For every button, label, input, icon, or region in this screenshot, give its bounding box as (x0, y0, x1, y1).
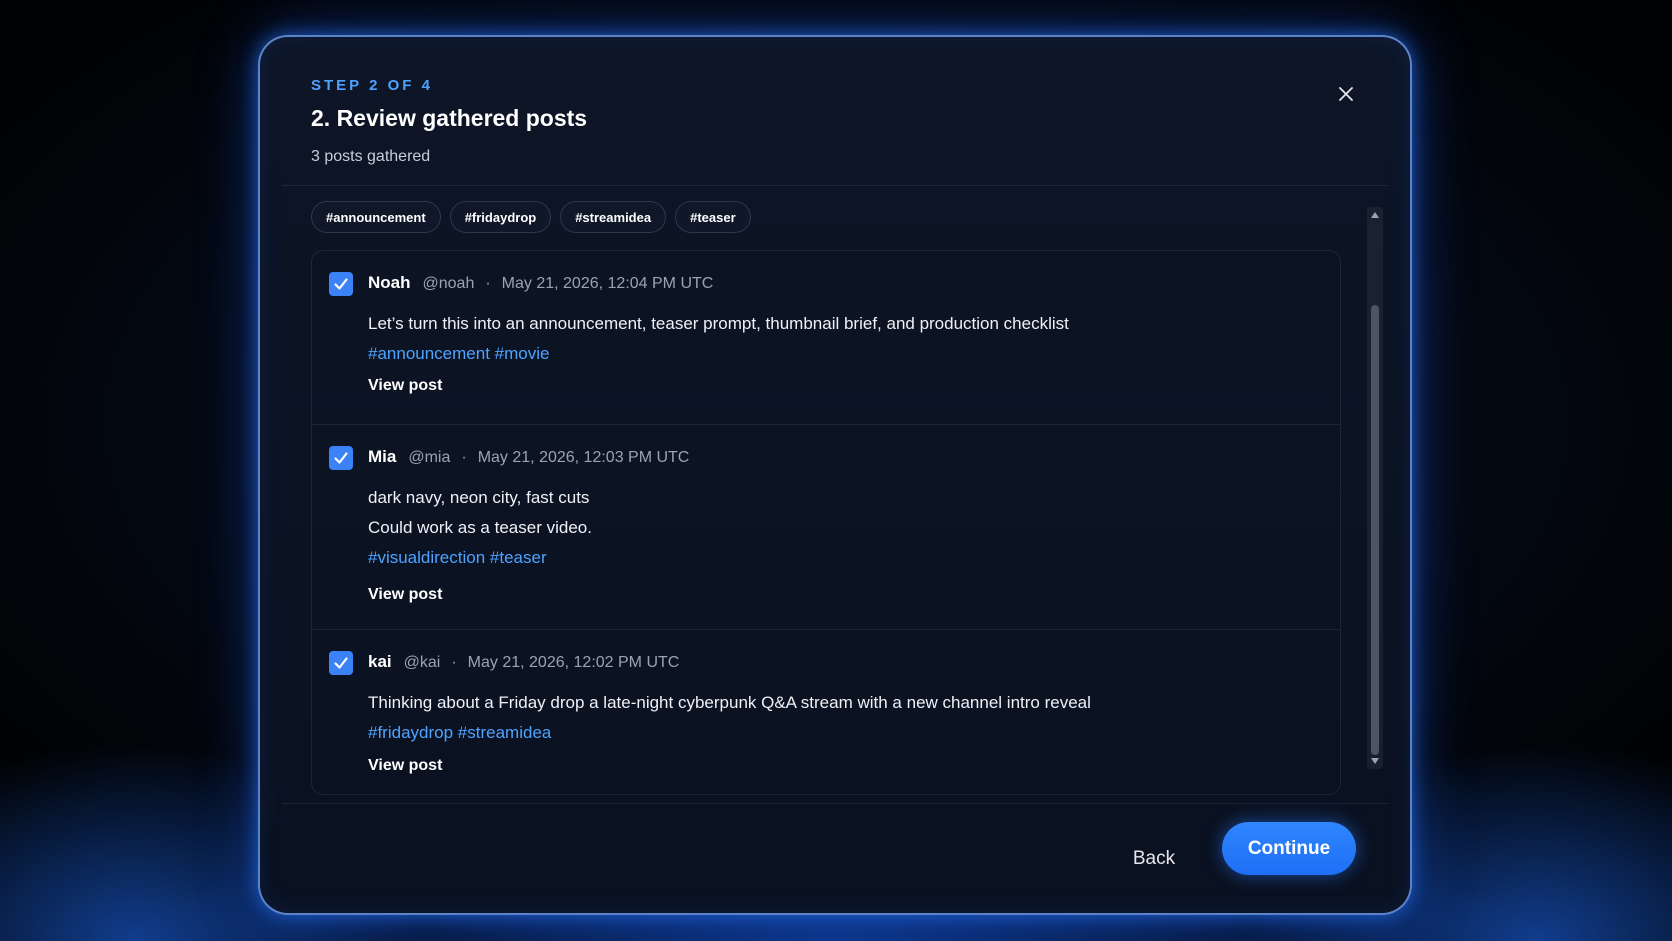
author-handle: @kai (403, 654, 441, 671)
post-timestamp: May 21, 2026, 12:03 PM UTC (477, 449, 690, 466)
step-indicator: STEP 2 OF 4 (311, 77, 433, 94)
close-icon (1339, 87, 1353, 101)
close-button[interactable] (1331, 79, 1361, 109)
post-body: Thinking about a Friday drop a late-nigh… (368, 688, 1091, 748)
review-posts-modal: STEP 2 OF 4 2. Review gathered posts 3 p… (258, 35, 1412, 915)
post-text-line: dark navy, neon city, fast cuts (368, 488, 590, 507)
modal-title: 2. Review gathered posts (311, 105, 588, 131)
post-header: Noah @noah · May 21, 2026, 12:04 PM UTC (368, 273, 713, 293)
hashtag-link[interactable]: #visualdirection (368, 548, 485, 567)
triangle-down-icon (1371, 758, 1379, 764)
hashtag-link[interactable]: #announcement (368, 344, 490, 363)
triangle-up-icon (1371, 212, 1379, 218)
post-header: Mia @mia · May 21, 2026, 12:03 PM UTC (368, 447, 689, 467)
posts-count: 3 posts gathered (311, 148, 431, 165)
post-checkbox[interactable] (329, 446, 353, 470)
header-divider (282, 185, 1388, 186)
tag-chip-streamidea[interactable]: #streamidea (560, 201, 667, 233)
post-text-line: Let’s turn this into an announcement, te… (368, 314, 1069, 333)
post-body: dark navy, neon city, fast cuts Could wo… (368, 483, 592, 573)
checkmark-icon (334, 452, 348, 464)
post-checkbox[interactable] (329, 272, 353, 296)
view-post-link[interactable]: View post (368, 377, 442, 395)
tag-chip-teaser[interactable]: #teaser (675, 201, 751, 233)
post-item: Noah @noah · May 21, 2026, 12:04 PM UTC … (312, 251, 1340, 425)
author-handle: @noah (422, 275, 475, 292)
scroll-up-button[interactable] (1367, 207, 1383, 223)
filter-tags: #announcement #fridaydrop #streamidea #t… (311, 201, 751, 233)
checkmark-icon (334, 657, 348, 669)
tag-chip-announcement[interactable]: #announcement (311, 201, 441, 233)
hashtag-link[interactable]: #fridaydrop (368, 723, 453, 742)
post-hashtags: #visualdirection #teaser (368, 543, 592, 573)
post-hashtags: #fridaydrop #streamidea (368, 718, 1091, 748)
back-button[interactable]: Back (1120, 837, 1188, 881)
scroll-down-button[interactable] (1367, 753, 1383, 769)
footer-divider (282, 803, 1388, 804)
separator: · (451, 654, 457, 671)
scroll-thumb[interactable] (1371, 305, 1379, 755)
post-text-line: Thinking about a Friday drop a late-nigh… (368, 693, 1091, 712)
post-list: Noah @noah · May 21, 2026, 12:04 PM UTC … (311, 250, 1341, 795)
continue-button[interactable]: Continue (1222, 822, 1356, 875)
author-name: Noah (368, 273, 411, 292)
separator: · (461, 449, 467, 466)
post-list-scrollbar[interactable] (1367, 207, 1383, 769)
post-hashtags: #announcement #movie (368, 339, 1069, 369)
post-item: Mia @mia · May 21, 2026, 12:03 PM UTC da… (312, 425, 1340, 630)
separator: · (485, 275, 491, 292)
backdrop: STEP 2 OF 4 2. Review gathered posts 3 p… (0, 0, 1672, 941)
view-post-link[interactable]: View post (368, 757, 442, 775)
view-post-link[interactable]: View post (368, 586, 442, 604)
author-handle: @mia (408, 449, 451, 466)
post-timestamp: May 21, 2026, 12:02 PM UTC (467, 654, 680, 671)
author-name: Mia (368, 447, 397, 466)
post-checkbox[interactable] (329, 651, 353, 675)
hashtag-link[interactable]: #streamidea (458, 723, 552, 742)
hashtag-link[interactable]: #movie (495, 344, 550, 363)
checkmark-icon (334, 278, 348, 290)
post-body: Let’s turn this into an announcement, te… (368, 309, 1069, 369)
post-timestamp: May 21, 2026, 12:04 PM UTC (501, 275, 714, 292)
tag-chip-fridaydrop[interactable]: #fridaydrop (449, 201, 552, 233)
post-item: kai @kai · May 21, 2026, 12:02 PM UTC Th… (312, 630, 1340, 794)
author-name: kai (368, 652, 392, 671)
post-text-line: Could work as a teaser video. (368, 518, 592, 537)
post-header: kai @kai · May 21, 2026, 12:02 PM UTC (368, 652, 679, 672)
hashtag-link[interactable]: #teaser (490, 548, 547, 567)
